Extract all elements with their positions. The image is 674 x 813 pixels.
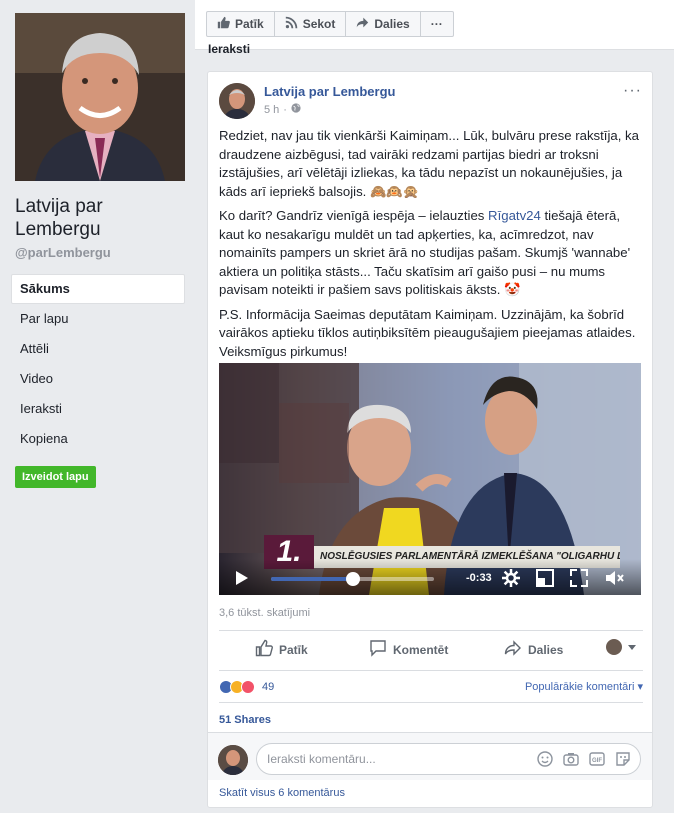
fullscreen-icon[interactable]	[570, 569, 588, 590]
page-name[interactable]: Latvija par Lembergu	[15, 195, 185, 241]
love-reaction-icon[interactable]	[241, 679, 255, 694]
rss-icon	[285, 16, 303, 32]
mute-icon[interactable]	[605, 569, 625, 590]
nav-item-sakums[interactable]: Sākums	[11, 274, 185, 304]
post-card: Latvija par Lembergu 5 h · ··· Redziet, …	[207, 71, 653, 808]
share-page-label: Dalies	[374, 17, 410, 31]
thumbs-up-icon	[217, 16, 235, 32]
share-arrow-icon	[356, 16, 374, 32]
sticker-icon[interactable]	[615, 751, 631, 770]
camera-icon[interactable]	[563, 751, 579, 770]
comment-input[interactable]: Ieraksti komentāru...	[256, 743, 641, 775]
video-progress-bar[interactable]	[271, 572, 434, 586]
nav-item-video[interactable]: Video	[11, 364, 185, 394]
like-page-button[interactable]: Patīk	[207, 12, 275, 36]
left-sidebar: Latvija par Lembergu @parLembergu Sākums…	[0, 0, 195, 813]
see-all-comments-link[interactable]: Skatīt visus 6 komentārus	[219, 787, 345, 799]
post-like-button[interactable]: Patīk	[255, 639, 308, 660]
profile-picture[interactable]	[15, 13, 185, 181]
page-nav: Sākums Par lapu Attēli Video Ieraksti Ko…	[11, 274, 185, 454]
nav-item-atteli[interactable]: Attēli	[11, 334, 185, 364]
reactions-row: 49 Populārākie komentāri ▾	[219, 670, 643, 702]
video-progress-handle[interactable]	[345, 572, 360, 586]
follow-page-label: Sekot	[302, 17, 336, 31]
post-text: Redziet, nav jau tik vienkārši Kaimiņam.…	[219, 127, 643, 367]
view-count: 3,6 tūkst. skatījumi	[219, 607, 311, 619]
post-share-label: Dalies	[528, 642, 564, 657]
share-page-button[interactable]: Dalies	[346, 12, 421, 36]
more-options-button[interactable]: ···	[421, 12, 453, 36]
comment-icon	[369, 639, 387, 660]
p2-text-before: Ko darīt? Gandrīz vienīgā iespēja – iela…	[219, 208, 489, 223]
post-action-row: Patīk Komentēt Dalies	[219, 630, 643, 664]
emoji-icon[interactable]	[537, 751, 553, 770]
svg-text:GIF: GIF	[592, 758, 602, 764]
post-as-selector[interactable]	[606, 639, 636, 655]
commenter-avatar	[218, 745, 248, 775]
thumbs-up-icon	[255, 639, 273, 660]
shares-count[interactable]: 51 Shares	[219, 702, 643, 736]
comment-sort-label: Populārākie komentāri	[524, 681, 635, 693]
video-controls: -0:33	[219, 559, 641, 595]
nav-item-ieraksti[interactable]: Ieraksti	[11, 394, 185, 424]
gear-icon[interactable]	[502, 569, 520, 590]
page-actions: Patīk Sekot Dalies ···	[206, 11, 454, 37]
page-action-bar: Patīk Sekot Dalies ···	[195, 0, 674, 50]
chevron-down-icon: ▾	[637, 681, 643, 693]
comment-sort-dropdown[interactable]: Populārākie komentāri ▾	[525, 680, 643, 693]
post-paragraph-1: Redziet, nav jau tik vienkārši Kaimiņam.…	[219, 128, 639, 199]
post-paragraph-3: P.S. Informācija Saeimas deputātam Kaimi…	[219, 306, 636, 359]
share-arrow-icon	[504, 639, 522, 660]
gif-icon[interactable]: GIF	[589, 751, 605, 770]
dot-separator: ·	[283, 103, 287, 116]
nav-item-par-lapu[interactable]: Par lapu	[11, 304, 185, 334]
post-timestamp: 5 h ·	[264, 103, 301, 116]
post-like-label: Patīk	[279, 642, 308, 657]
post-comment-button[interactable]: Komentēt	[369, 639, 448, 660]
globe-icon	[291, 103, 301, 116]
nav-item-kopiena[interactable]: Kopiena	[11, 424, 185, 454]
chevron-down-icon	[628, 640, 636, 654]
follow-page-button[interactable]: Sekot	[275, 12, 347, 36]
comment-composer: Ieraksti komentāru... GIF	[208, 732, 652, 780]
post-author-avatar[interactable]	[219, 83, 255, 119]
post-comment-label: Komentēt	[393, 642, 449, 657]
create-page-button[interactable]: Izveidot lapu	[15, 466, 96, 488]
section-label: Ieraksti	[208, 42, 251, 56]
like-page-label: Patīk	[235, 17, 264, 31]
post-author-name[interactable]: Latvija par Lembergu	[264, 84, 395, 99]
picture-in-picture-icon[interactable]	[536, 569, 554, 590]
post-time-label[interactable]: 5 h	[264, 104, 279, 116]
video-time-remaining: -0:33	[466, 572, 492, 584]
small-avatar	[606, 639, 622, 655]
rigatv24-link[interactable]: Rīgatv24	[488, 208, 541, 223]
post-options-button[interactable]: ···	[623, 82, 642, 100]
post-share-button[interactable]: Dalies	[504, 639, 563, 660]
video-progress-fill	[271, 577, 353, 581]
video-player[interactable]: 1. NOSLĒGUSIES PARLAMENTĀRĀ IZMEKLĒŠANA …	[219, 363, 641, 595]
reaction-count[interactable]: 49	[262, 681, 274, 693]
play-icon[interactable]	[235, 570, 249, 589]
post-paragraph-2: Ko darīt? Gandrīz vienīgā iespēja – iela…	[219, 207, 643, 300]
page-handle[interactable]: @parLembergu	[15, 245, 111, 260]
